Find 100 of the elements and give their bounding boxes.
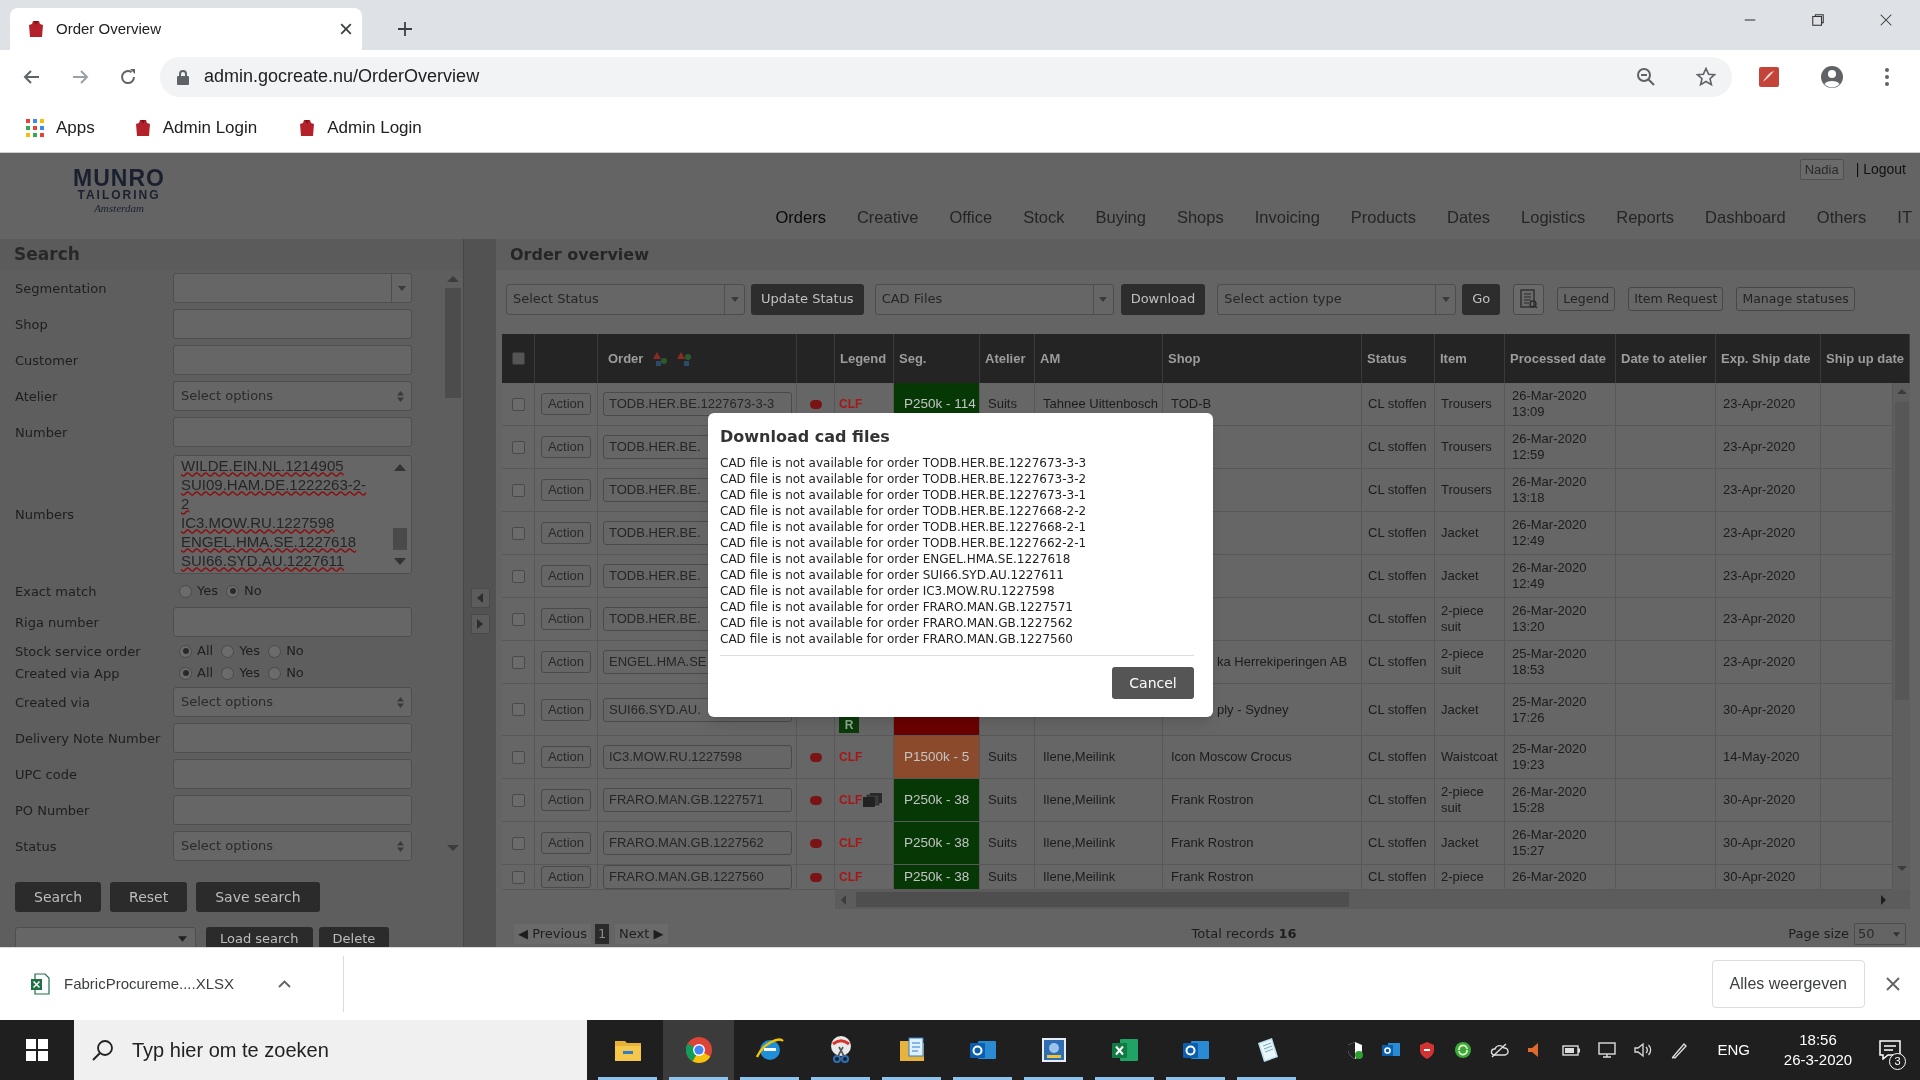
input-field[interactable]	[173, 723, 412, 753]
cloud-icon[interactable]	[1489, 1040, 1510, 1060]
button[interactable]: Save search	[196, 882, 320, 912]
action-button[interactable]: Action	[540, 436, 592, 458]
action-button[interactable]: Action	[540, 393, 592, 415]
checkbox[interactable]	[511, 836, 525, 850]
button[interactable]: Load search	[206, 927, 313, 947]
page-number[interactable]: 1	[595, 924, 610, 944]
restore-icon[interactable]	[1811, 13, 1825, 27]
menu-icon[interactable]	[1884, 66, 1890, 87]
radio-button[interactable]	[226, 584, 239, 598]
checkbox[interactable]	[511, 750, 525, 764]
network-icon[interactable]	[1597, 1040, 1618, 1060]
nav-link[interactable]: Shops	[1176, 205, 1224, 230]
shield-icon[interactable]	[1345, 1040, 1366, 1060]
checkbox[interactable]	[511, 870, 525, 884]
action-button[interactable]: Action	[540, 866, 592, 888]
volume-icon[interactable]	[1633, 1040, 1654, 1060]
input-field[interactable]	[173, 345, 412, 375]
radio-button[interactable]	[221, 666, 235, 680]
close-icon[interactable]	[1885, 977, 1900, 991]
button[interactable]: Search	[15, 882, 102, 912]
new-tab-icon[interactable]	[396, 20, 414, 38]
select-field[interactable]: Select options	[173, 831, 412, 861]
bookmark[interactable]: Admin Login	[295, 114, 426, 141]
input-field[interactable]	[173, 417, 412, 447]
button[interactable]: Delete	[318, 927, 390, 947]
collapse-button[interactable]	[470, 588, 490, 608]
checkbox[interactable]	[511, 526, 525, 540]
checkbox[interactable]	[511, 569, 525, 583]
document-icon[interactable]	[1758, 65, 1780, 88]
checkbox[interactable]	[511, 352, 525, 365]
select-field[interactable]	[15, 927, 196, 947]
bookmark[interactable]: Admin Login	[130, 114, 262, 141]
download-item[interactable]: FabricProcureme....XLSX	[24, 956, 344, 1012]
select-field[interactable]	[173, 273, 412, 303]
order-field[interactable]: FRARO.MAN.GB.1227562	[603, 831, 792, 855]
nav-link[interactable]: Dashboard	[1705, 205, 1786, 230]
close-icon[interactable]	[340, 23, 352, 35]
nav-link[interactable]: Invoicing	[1254, 205, 1320, 230]
order-field[interactable]: IC3.MOW.RU.1227598	[603, 745, 792, 769]
action-button[interactable]: Action	[540, 565, 592, 587]
pager-link[interactable]: Next ▶	[615, 924, 668, 944]
action-button[interactable]: Action	[540, 479, 592, 501]
profile-icon[interactable]	[1820, 64, 1844, 89]
notification-button[interactable]: 3	[1870, 1020, 1910, 1080]
input-field[interactable]	[173, 759, 412, 789]
nav-link[interactable]: Office	[949, 205, 993, 230]
language-indicator[interactable]: ENG	[1717, 1038, 1750, 1062]
sort-shapes-icon[interactable]	[677, 351, 692, 366]
browser-tab[interactable]: Order Overview	[10, 8, 362, 50]
order-field[interactable]: FRARO.MAN.GB.1227560	[603, 865, 792, 889]
input-field[interactable]	[173, 607, 412, 637]
address-bar[interactable]: admin.gocreate.nu/OrderOverview	[160, 56, 1732, 97]
logout-link[interactable]: | Logout	[1855, 159, 1906, 180]
radio-button[interactable]	[268, 644, 282, 658]
button[interactable]: Update Status	[751, 283, 864, 315]
action-button[interactable]: Action	[540, 746, 592, 768]
checkbox[interactable]	[511, 612, 525, 626]
button[interactable]: Manage statuses	[1736, 287, 1855, 311]
radio-button[interactable]	[179, 666, 192, 680]
zoom-icon[interactable]	[1636, 66, 1656, 87]
reload-icon[interactable]	[118, 66, 138, 87]
nav-link[interactable]: IT	[1897, 205, 1912, 230]
show-all-button[interactable]: Alles weergeven	[1711, 960, 1865, 1008]
clock-time[interactable]: 18:56	[1799, 1030, 1837, 1050]
order-field[interactable]: FRARO.MAN.GB.1227571	[603, 788, 792, 812]
action-button[interactable]: Action	[540, 698, 592, 721]
text-area[interactable]: WILDE.EIN.NL.1214905 SUI09.HAM.DE.1222263-2- 2 IC3.MOW.RU.1227598 ENGEL.HMA.SE.1227618 SUI66.SYD.AU.1227611	[173, 454, 412, 574]
nav-link[interactable]: Dates	[1446, 205, 1491, 230]
nav-link[interactable]: Products	[1350, 205, 1416, 230]
page-size-select[interactable]: 50	[1854, 923, 1906, 945]
action-button[interactable]: Action	[540, 789, 592, 811]
radio-button[interactable]	[268, 666, 282, 680]
radio-button[interactable]	[221, 644, 235, 658]
nav-link[interactable]: Stock	[1023, 205, 1065, 230]
expand-button[interactable]	[470, 614, 490, 634]
pen-icon[interactable]	[1669, 1040, 1690, 1060]
select-field[interactable]: CAD Files	[874, 283, 1114, 315]
nav-link[interactable]: Creative	[856, 205, 919, 230]
select-field[interactable]: Select options	[173, 381, 412, 411]
nav-link[interactable]: Reports	[1616, 205, 1675, 230]
checkbox[interactable]	[511, 703, 525, 716]
button[interactable]: Go	[1462, 283, 1501, 315]
action-button[interactable]: Action	[540, 651, 592, 673]
star-icon[interactable]	[1696, 66, 1716, 87]
cancel-button[interactable]: Cancel	[1112, 667, 1194, 699]
radio-button[interactable]	[179, 584, 192, 598]
close-icon[interactable]	[1879, 13, 1893, 27]
action-button[interactable]: Action	[540, 832, 592, 854]
list-button[interactable]	[1513, 283, 1545, 315]
clock-date[interactable]: 26-3-2020	[1783, 1050, 1853, 1070]
button[interactable]: Legend	[1557, 287, 1616, 311]
radio-button[interactable]	[179, 644, 192, 658]
search-box[interactable]: Typ hier om te zoeken	[74, 1020, 587, 1080]
input-field[interactable]	[173, 795, 412, 825]
nav-link[interactable]: Buying	[1095, 205, 1146, 230]
button[interactable]: Reset	[110, 882, 188, 912]
select-field[interactable]: Select action type	[1217, 283, 1457, 315]
windows-icon[interactable]	[26, 1039, 48, 1061]
